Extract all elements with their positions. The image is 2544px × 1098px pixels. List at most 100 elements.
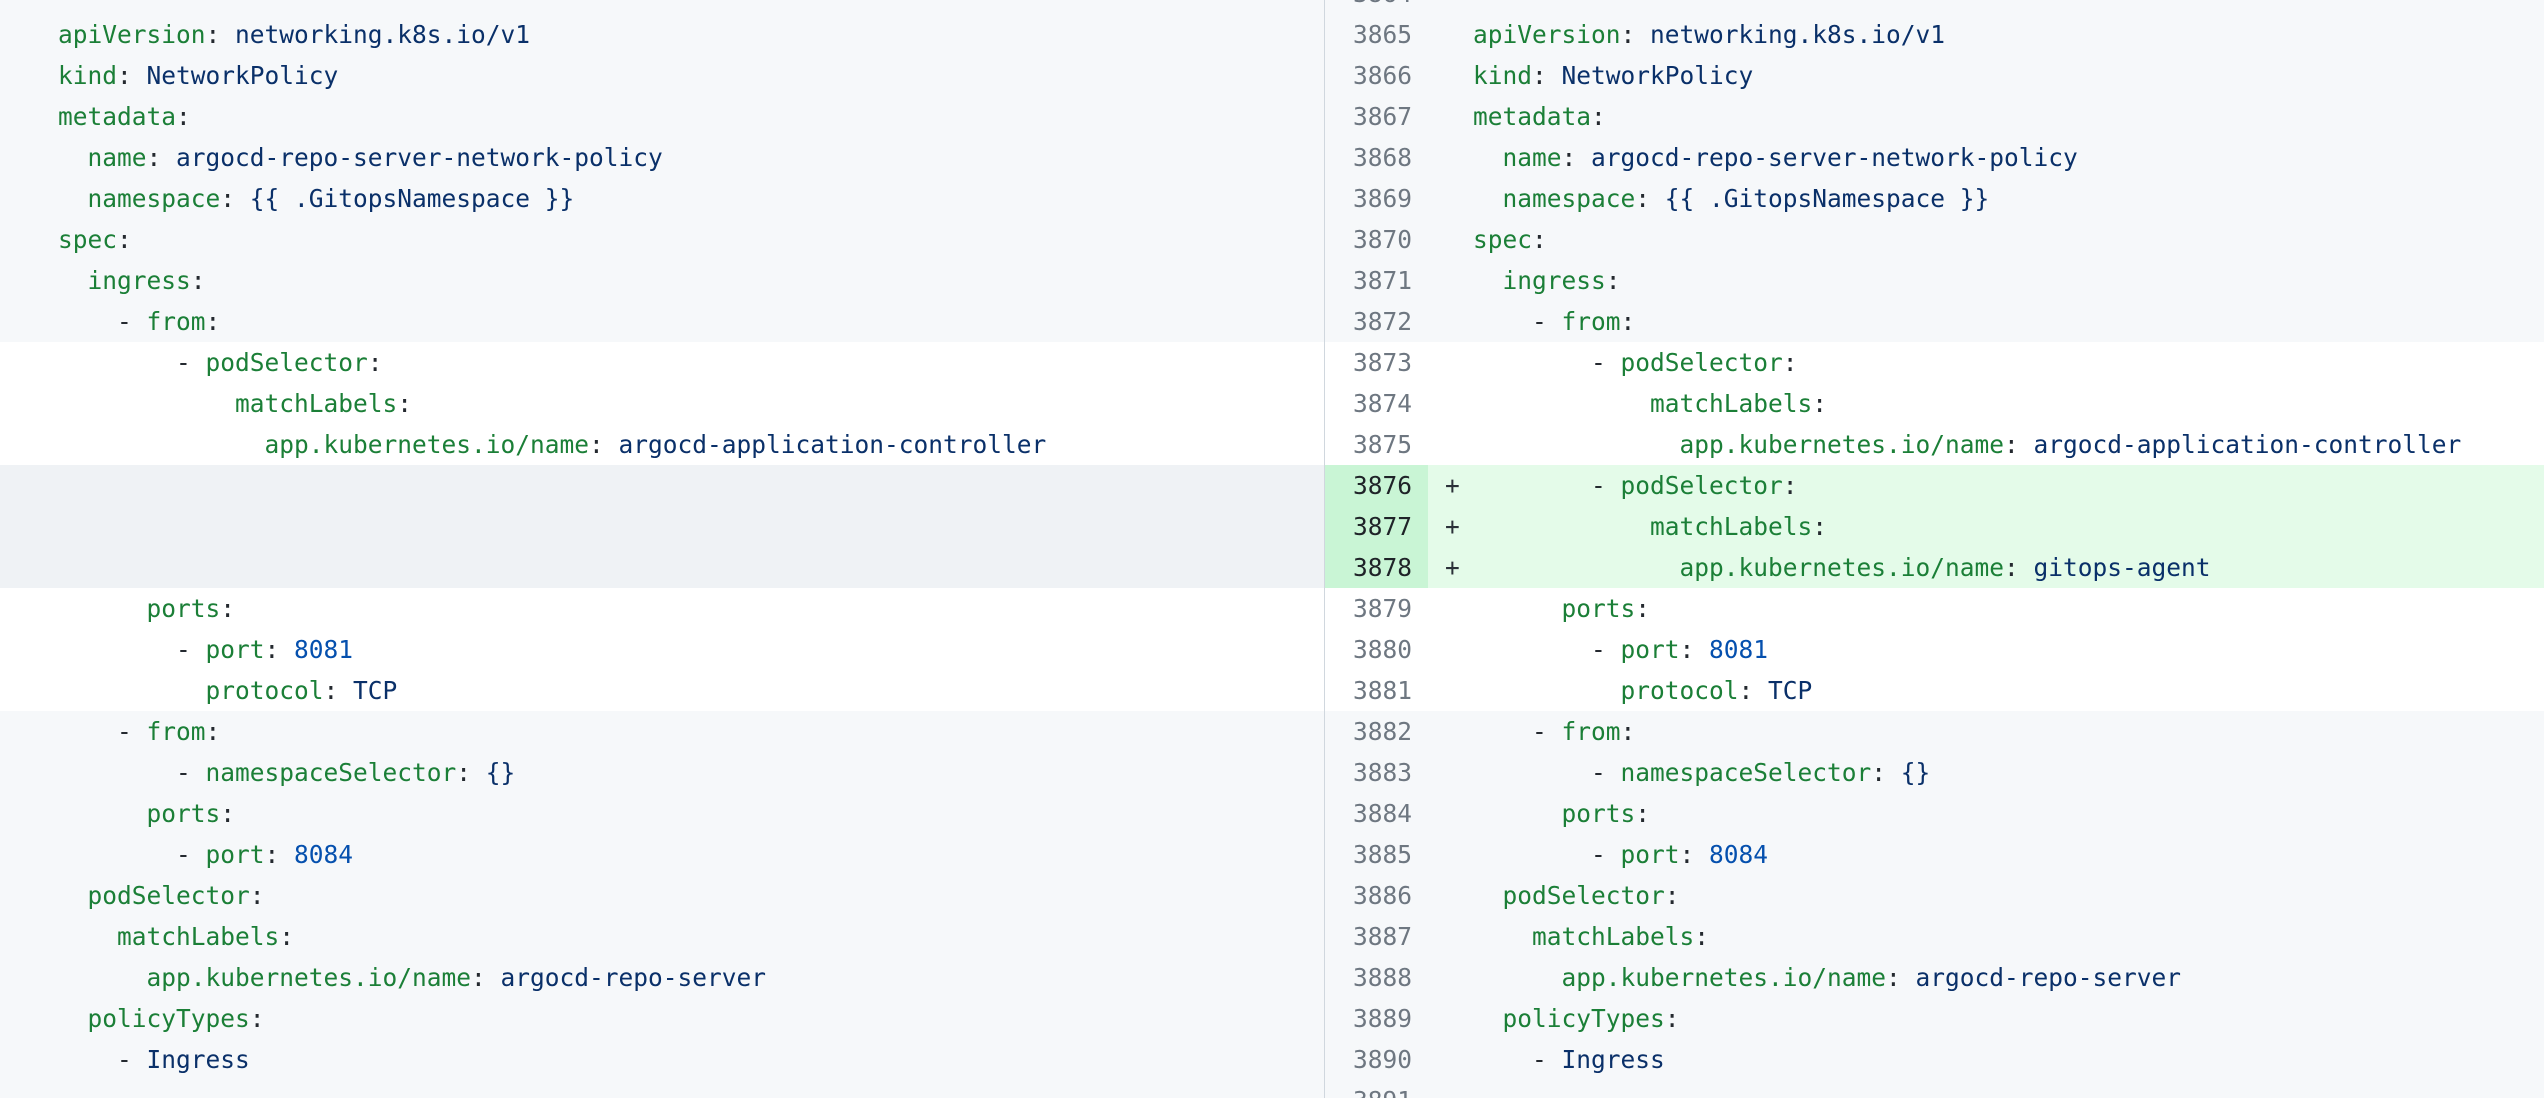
line-number[interactable]: 3886	[1325, 875, 1428, 916]
code-line: apiVersion: networking.k8s.io/v1	[1465, 14, 2544, 55]
code-token-pun: :	[1783, 471, 1798, 500]
code-token-str: {}	[1886, 758, 1930, 787]
line-number[interactable]: 3875	[1325, 424, 1428, 465]
line-number[interactable]: 3865	[1325, 14, 1428, 55]
code-token-str: argocd-repo-server-network-policy	[161, 143, 663, 172]
line-number[interactable]: 3890	[1325, 1039, 1428, 1080]
line-number[interactable]: 3867	[1325, 96, 1428, 137]
diff-row: 3884 ports:	[1325, 793, 2544, 834]
code-line: apiVersion: networking.k8s.io/v1	[0, 14, 1324, 55]
code-line: matchLabels:	[1465, 916, 2544, 957]
line-number[interactable]: 3874	[1325, 383, 1428, 424]
diff-marker-cell	[1428, 670, 1465, 711]
diff-row: - port: 8081	[0, 629, 1324, 670]
diff-row: - podSelector:	[0, 342, 1324, 383]
code-token-pun: :	[117, 225, 132, 254]
code-token-key: port	[1621, 635, 1680, 664]
diff-row: 3885 - port: 8084	[1325, 834, 2544, 875]
line-number[interactable]: 3871	[1325, 260, 1428, 301]
line-number[interactable]: 3889	[1325, 998, 1428, 1039]
code-token-pun: :	[1621, 20, 1636, 49]
line-number[interactable]: 3866	[1325, 55, 1428, 96]
line-number[interactable]: 3888	[1325, 957, 1428, 998]
code-token-key: ingress	[88, 266, 191, 295]
line-number[interactable]: 3877	[1325, 506, 1428, 547]
diff-row: 3888 app.kubernetes.io/name: argocd-repo…	[1325, 957, 2544, 998]
diff-row: 3879 ports:	[1325, 588, 2544, 629]
diff-row: 3881 protocol: TCP	[1325, 670, 2544, 711]
line-number[interactable]: 3891	[1325, 1080, 1428, 1098]
added-line-marker: +	[1428, 465, 1465, 506]
line-number[interactable]: 3873	[1325, 342, 1428, 383]
diff-row: matchLabels:	[0, 916, 1324, 957]
code-token-pun	[58, 676, 206, 705]
code-line: podSelector:	[1465, 875, 2544, 916]
line-number[interactable]: 3870	[1325, 219, 1428, 260]
diff-row-placeholder	[0, 465, 1324, 506]
diff-row: ports:	[0, 793, 1324, 834]
line-number[interactable]: 3881	[1325, 670, 1428, 711]
line-number[interactable]: 3869	[1325, 178, 1428, 219]
code-token-pun: :	[191, 266, 206, 295]
code-token-pun: :	[1665, 881, 1680, 910]
code-token-key: matchLabels	[235, 389, 397, 418]
line-number[interactable]: 3879	[1325, 588, 1428, 629]
code-token-pun: -	[1473, 1045, 1562, 1074]
line-number[interactable]: 3884	[1325, 793, 1428, 834]
diff-marker-cell	[1428, 14, 1465, 55]
code-token-key: kind	[58, 61, 117, 90]
code-token-pun	[58, 430, 265, 459]
diff-pane-old: --- apiVersion: networking.k8s.io/v1 kind:…	[0, 0, 1324, 1098]
code-token-str: argocd-repo-server-network-policy	[1576, 143, 2078, 172]
line-number[interactable]: 3882	[1325, 711, 1428, 752]
code-token-key: podSelector	[1621, 348, 1783, 377]
diff-row: apiVersion: networking.k8s.io/v1	[0, 14, 1324, 55]
code-token-key: from	[147, 717, 206, 746]
diff-row-added: 3878+ app.kubernetes.io/name: gitops-age…	[1325, 547, 2544, 588]
code-token-pun: :	[147, 143, 162, 172]
code-token-pun: :	[1680, 635, 1695, 664]
line-number[interactable]: 3880	[1325, 629, 1428, 670]
code-line	[0, 547, 1324, 588]
line-number[interactable]: 3864	[1325, 0, 1428, 14]
code-token-key: protocol	[1621, 676, 1739, 705]
diff-row: 3870spec:	[1325, 219, 2544, 260]
diff-marker-cell	[1428, 383, 1465, 424]
diff-row: 3883 - namespaceSelector: {}	[1325, 752, 2544, 793]
code-token-key: namespace	[88, 184, 221, 213]
code-token-pun	[58, 389, 235, 418]
code-token-pun	[1473, 553, 1680, 582]
code-token-pun: :	[1562, 143, 1577, 172]
split-diff-view: --- apiVersion: networking.k8s.io/v1 kind:…	[0, 0, 2544, 1098]
code-token-pun: :	[2004, 553, 2019, 582]
code-token-key: spec	[58, 225, 117, 254]
line-number[interactable]: 3887	[1325, 916, 1428, 957]
line-number[interactable]: 3872	[1325, 301, 1428, 342]
code-token-key: port	[206, 840, 265, 869]
line-number[interactable]: 3876	[1325, 465, 1428, 506]
code-token-str: argocd-application-controller	[604, 430, 1047, 459]
code-token-pun: -	[1473, 758, 1621, 787]
diff-row: - from:	[0, 711, 1324, 752]
line-number[interactable]: 3883	[1325, 752, 1428, 793]
code-token-str: TCP	[338, 676, 397, 705]
line-number[interactable]: 3878	[1325, 547, 1428, 588]
code-line: name: argocd-repo-server-network-policy	[0, 137, 1324, 178]
code-line: matchLabels:	[1465, 383, 2544, 424]
code-token-pun: :	[1532, 61, 1547, 90]
code-line: spec:	[0, 219, 1324, 260]
code-token-str: argocd-application-controller	[2019, 430, 2462, 459]
diff-row: spec:	[0, 219, 1324, 260]
code-line: metadata:	[1465, 96, 2544, 137]
code-line: - podSelector:	[1465, 342, 2544, 383]
code-token-pun	[1473, 430, 1680, 459]
diff-row-placeholder	[0, 506, 1324, 547]
code-token-key: app.kubernetes.io/name	[265, 430, 590, 459]
code-token-num: 8081	[1694, 635, 1768, 664]
line-number[interactable]: 3868	[1325, 137, 1428, 178]
code-token-pun: :	[279, 922, 294, 951]
line-number[interactable]: 3885	[1325, 834, 1428, 875]
code-token-key: name	[1503, 143, 1562, 172]
code-token-pun	[1473, 512, 1650, 541]
code-line: ---	[0, 1080, 1324, 1098]
